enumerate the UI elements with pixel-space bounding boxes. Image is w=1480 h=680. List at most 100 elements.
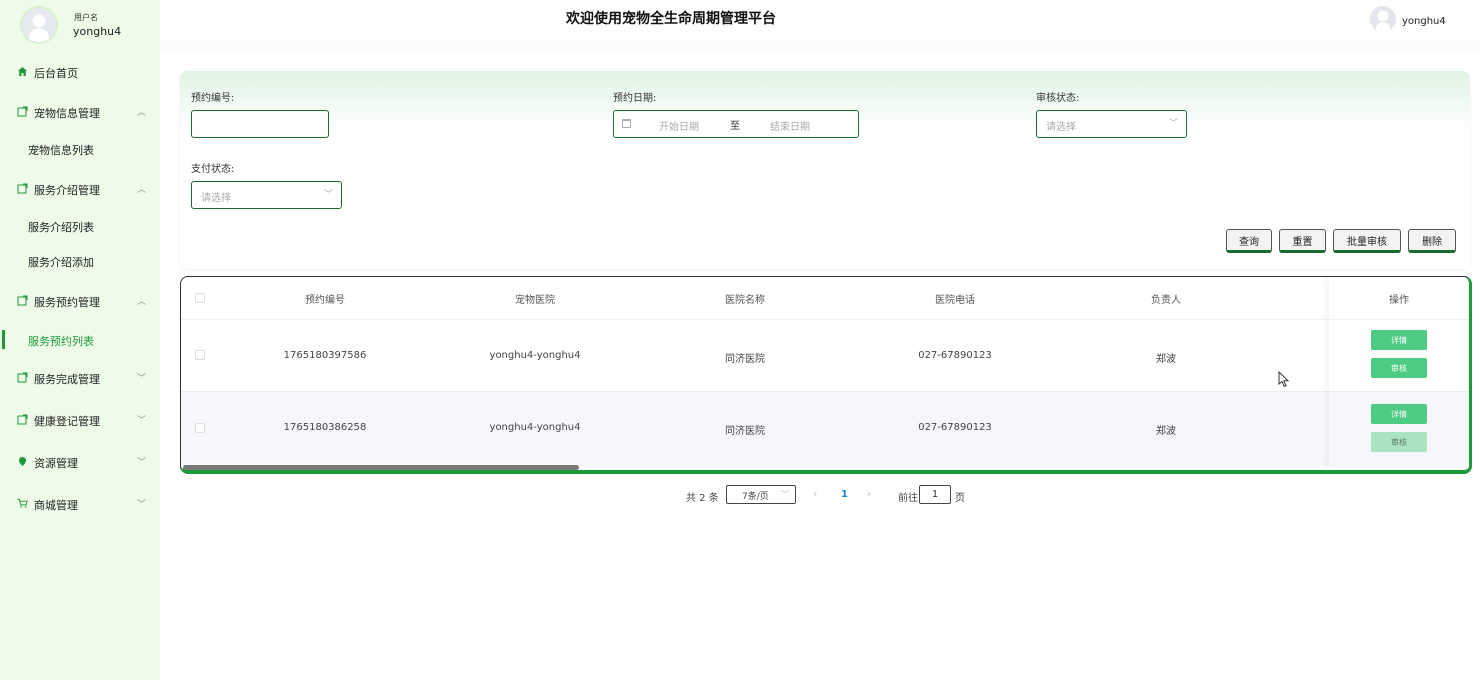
booking-no-label: 预约编号: (191, 93, 235, 104)
current-page[interactable]: 1 (841, 489, 848, 500)
header: 欢迎使用宠物全生命周期管理平台 yonghu4 (160, 0, 1480, 52)
mouse-cursor-icon (1278, 370, 1290, 391)
booking-no-cell: 1765180397586 (283, 350, 367, 361)
owner-cell: 郑波 (1156, 426, 1176, 437)
chevron-down-icon: ﹀ (137, 458, 147, 468)
select-all-checkbox[interactable] (195, 293, 205, 303)
page-title: 欢迎使用宠物全生命周期管理平台 (566, 11, 776, 27)
column-header: 负责人 (1151, 295, 1181, 306)
sidebar-item-service-booking[interactable]: 服务预约管理 ︿ (0, 290, 160, 312)
header-user-name[interactable]: yonghu4 (1402, 16, 1446, 27)
sidebar-user: 用户名 yonghu4 (22, 8, 152, 48)
column-header: 预约编号 (305, 295, 345, 306)
sidebar-item-label: 商城管理 (34, 499, 78, 512)
goto-page-input[interactable] (919, 485, 951, 504)
page-size-select[interactable]: 7条/页 ﹀ (726, 485, 796, 504)
hospital-name-cell: 同济医院 (725, 354, 765, 365)
folder-icon (17, 183, 28, 194)
chevron-up-icon: ︿ (137, 108, 147, 118)
sidebar-item-label: 健康登记管理 (34, 415, 100, 428)
hospital-name-cell: 同济医院 (725, 426, 765, 437)
reset-button[interactable]: 重置 (1279, 229, 1326, 253)
prev-page-icon[interactable]: ‹ (813, 487, 817, 500)
sidebar-item-mall[interactable]: 商城管理 ﹀ (0, 493, 160, 515)
user-label: 用户名 (74, 13, 98, 22)
avatar[interactable] (1370, 6, 1396, 32)
booking-date-range[interactable]: 开始日期 至 结束日期 (613, 110, 859, 138)
page-size-value: 7条/页 (742, 492, 769, 502)
phone-cell: 027-67890123 (918, 422, 992, 433)
sidebar-item-service-intro-list[interactable]: 服务介绍列表 (0, 215, 160, 237)
sidebar-item-home[interactable]: 后台首页 (0, 61, 160, 83)
folder-icon (17, 372, 28, 383)
audit-status-select[interactable]: 请选择 ﹀ (1036, 110, 1187, 138)
chevron-up-icon: ︿ (137, 297, 147, 307)
booking-date-label: 预约日期: (613, 93, 657, 104)
column-header: 医院电话 (935, 295, 975, 306)
hospital-cell: yonghu4-yonghu4 (489, 422, 581, 433)
sidebar-item-label: 服务预约列表 (28, 335, 94, 348)
chevron-up-icon: ︿ (137, 185, 147, 195)
batch-audit-button[interactable]: 批量审核 (1333, 229, 1401, 253)
sidebar-item-resource[interactable]: 资源管理 ﹀ (0, 451, 160, 473)
detail-button[interactable]: 详情 (1371, 404, 1427, 424)
date-start-placeholder: 开始日期 (659, 122, 699, 133)
sidebar-item-service-intro[interactable]: 服务介绍管理 ︿ (0, 178, 160, 200)
chevron-down-icon: ﹀ (323, 190, 333, 200)
booking-no-cell: 1765180386258 (283, 422, 367, 433)
sidebar-item-label: 宠物信息管理 (34, 107, 100, 120)
sidebar-item-label: 服务介绍管理 (34, 184, 100, 197)
pay-status-select[interactable]: 请选择 ﹀ (191, 181, 342, 209)
audit-status-placeholder: 请选择 (1046, 122, 1076, 133)
column-header: 宠物医院 (515, 295, 555, 306)
phone-cell: 027-67890123 (918, 350, 992, 361)
audit-button[interactable]: 审核 (1371, 432, 1427, 452)
sidebar-item-label: 服务完成管理 (34, 373, 100, 386)
chevron-down-icon: ﹀ (1168, 119, 1178, 129)
detail-button[interactable]: 详情 (1371, 330, 1427, 350)
sidebar-item-service-complete[interactable]: 服务完成管理 ﹀ (0, 367, 160, 389)
sidebar-item-pet-info[interactable]: 宠物信息管理 ︿ (0, 101, 160, 123)
chevron-down-icon: ﹀ (781, 490, 789, 499)
column-header: 医院名称 (725, 295, 765, 306)
cart-icon (17, 498, 28, 509)
sidebar-item-pet-list[interactable]: 宠物信息列表 (0, 138, 160, 160)
sidebar-item-label: 服务预约管理 (34, 296, 100, 309)
sidebar-item-service-intro-add[interactable]: 服务介绍添加 (0, 250, 160, 272)
sidebar: 用户名 yonghu4 后台首页 宠物信息管理 ︿ 宠物信息列表 服务介绍管理 … (0, 0, 160, 680)
booking-no-input[interactable] (191, 110, 329, 138)
operation-column: 详情 审核 详情 审核 (1329, 277, 1469, 467)
next-page-icon[interactable]: › (867, 487, 871, 500)
calendar-icon (622, 119, 631, 128)
sidebar-item-label: 资源管理 (34, 457, 78, 470)
chevron-down-icon: ﹀ (137, 500, 147, 510)
avatar (22, 8, 56, 42)
sidebar-item-service-booking-list[interactable]: 服务预约列表 (0, 329, 160, 351)
goto-label: 前往 (898, 493, 918, 504)
sidebar-item-label: 服务介绍列表 (28, 221, 94, 234)
row-checkbox[interactable] (195, 423, 205, 433)
query-button[interactable]: 查询 (1226, 229, 1272, 253)
search-panel: 预约编号: 预约日期: 开始日期 至 结束日期 审核状态: 请选择 ﹀ 支付状态… (180, 71, 1470, 269)
audit-button[interactable]: 审核 (1371, 358, 1427, 378)
date-end-placeholder: 结束日期 (770, 122, 810, 133)
folder-icon (17, 106, 28, 117)
user-name: yonghu4 (73, 25, 122, 38)
date-separator: 至 (730, 121, 740, 132)
sidebar-item-label: 服务介绍添加 (28, 256, 94, 269)
sidebar-item-health[interactable]: 健康登记管理 ﹀ (0, 409, 160, 431)
row-checkbox[interactable] (195, 350, 205, 360)
pagination-total: 共 2 条 (686, 493, 719, 504)
location-icon (17, 456, 28, 467)
sidebar-item-label: 后台首页 (34, 67, 78, 80)
audit-status-label: 审核状态: (1036, 93, 1080, 104)
page-suffix: 页 (955, 493, 965, 504)
folder-icon (17, 295, 28, 306)
table-row: 1765180386258 yonghu4-yonghu4 同济医院 027-6… (181, 391, 1469, 467)
chevron-down-icon: ﹀ (137, 416, 147, 426)
delete-button[interactable]: 删除 (1408, 229, 1456, 253)
chevron-down-icon: ﹀ (137, 374, 147, 384)
horizontal-scrollbar[interactable] (183, 465, 579, 470)
sidebar-item-label: 宠物信息列表 (28, 144, 94, 157)
pay-status-placeholder: 请选择 (201, 193, 231, 204)
